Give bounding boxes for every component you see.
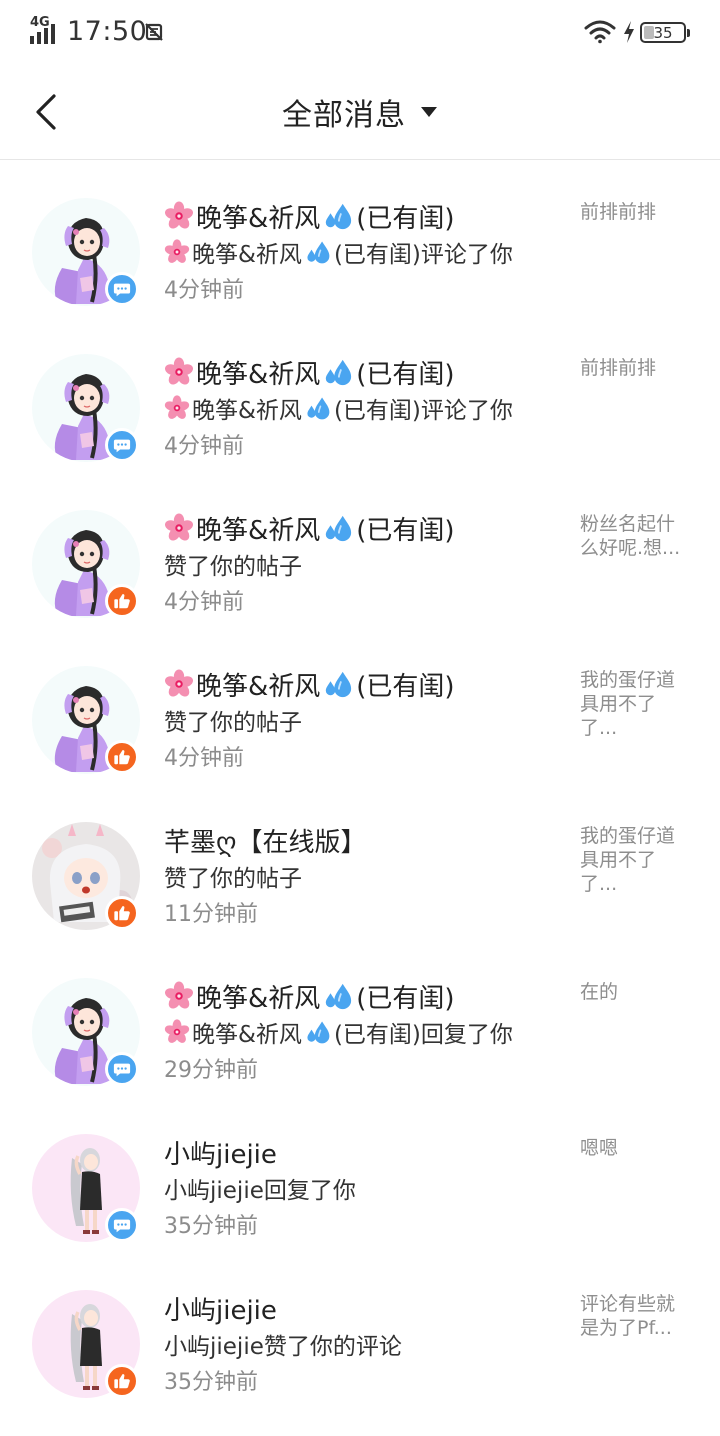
message-action: 赞了你的帖子 [164, 710, 302, 736]
post-preview: 前排前排 [580, 201, 657, 223]
post-preview: 我的蛋仔道具用不了了... [580, 825, 676, 895]
message-item[interactable]: 小屿jiejie 小屿jiejie回复了你 35分钟前 嗯嗯 [0, 1096, 720, 1252]
comment-badge-icon [105, 428, 139, 462]
message-list: 晚筝&祈风 (已有闺) 晚筝&祈风 (已有闺)评论了你 4分钟前 前排前排 晚筝… [0, 160, 720, 1408]
battery-icon: 35 [640, 22, 690, 43]
sender-name[interactable]: 芊墨ღ【在线版】 [164, 822, 564, 858]
message-time: 11分钟前 [164, 902, 258, 927]
sweat-droplets-icon [304, 239, 332, 265]
comment-badge-icon [105, 1208, 139, 1242]
message-action: 晚筝&祈风 (已有闺)评论了你 [164, 234, 564, 270]
thumbs-up-badge-icon [105, 1364, 139, 1398]
message-item[interactable]: 晚筝&祈风 (已有闺) 晚筝&祈风 (已有闺)评论了你 4分钟前 前排前排 [0, 316, 720, 472]
message-time: 4分钟前 [164, 278, 244, 303]
sweat-droplets-icon [322, 201, 354, 231]
cherry-blossom-icon [164, 1019, 190, 1045]
post-preview: 评论有些就是为了Pf... [580, 1293, 676, 1339]
thumbs-up-badge-icon [105, 896, 139, 930]
message-action: 小屿jiejie赞了你的评论 [164, 1334, 402, 1360]
cherry-blossom-icon [164, 239, 190, 265]
message-time: 4分钟前 [164, 746, 244, 771]
message-item[interactable]: 晚筝&祈风 (已有闺) 晚筝&祈风 (已有闺)评论了你 4分钟前 前排前排 [0, 160, 720, 316]
message-time: 4分钟前 [164, 590, 244, 615]
cellular-signal-icon: 4G [30, 15, 60, 44]
post-preview: 我的蛋仔道具用不了了... [580, 669, 676, 739]
sweat-droplets-icon [322, 513, 354, 543]
sweat-droplets-icon [322, 981, 354, 1011]
post-preview: 前排前排 [580, 357, 657, 379]
message-time: 4分钟前 [164, 434, 244, 459]
battery-level: 35 [653, 23, 673, 42]
message-time: 35分钟前 [164, 1214, 258, 1239]
status-time: 17:50 [67, 16, 148, 47]
sender-name[interactable]: 晚筝&祈风 (已有闺) [164, 978, 564, 1014]
post-preview: 在的 [580, 981, 619, 1003]
sender-name[interactable]: 晚筝&祈风 (已有闺) [164, 666, 564, 702]
message-item[interactable]: 小屿jiejie 小屿jiejie赞了你的评论 35分钟前 评论有些就是为了Pf… [0, 1252, 720, 1408]
sweat-droplets-icon [322, 357, 354, 387]
sender-name[interactable]: 晚筝&祈风 (已有闺) [164, 354, 564, 390]
sender-name[interactable]: 晚筝&祈风 (已有闺) [164, 510, 564, 546]
message-time: 35分钟前 [164, 1370, 258, 1395]
message-item[interactable]: 芊墨ღ【在线版】 赞了你的帖子 11分钟前 我的蛋仔道具用不了了... [0, 784, 720, 940]
cherry-blossom-icon [164, 201, 194, 231]
caret-down-icon [421, 107, 437, 117]
sender-name[interactable]: 小屿jiejie [164, 1290, 564, 1326]
cherry-blossom-icon [164, 513, 194, 543]
sender-name[interactable]: 晚筝&祈风 (已有闺) [164, 198, 564, 234]
comment-badge-icon [105, 272, 139, 306]
status-bar: 4G 17:50 35 [0, 0, 720, 66]
message-item[interactable]: 晚筝&祈风 (已有闺) 赞了你的帖子 4分钟前 我的蛋仔道具用不了了... [0, 628, 720, 784]
wifi-icon [584, 20, 616, 44]
sweat-droplets-icon [304, 1019, 332, 1045]
thumbs-up-badge-icon [105, 584, 139, 618]
message-filter-dropdown[interactable]: 全部消息 [0, 92, 720, 133]
sender-name[interactable]: 小屿jiejie [164, 1134, 564, 1170]
message-action: 晚筝&祈风 (已有闺)回复了你 [164, 1014, 564, 1050]
cherry-blossom-icon [164, 981, 194, 1011]
message-action: 赞了你的帖子 [164, 866, 302, 892]
message-action: 小屿jiejie回复了你 [164, 1178, 356, 1204]
page-title: 全部消息 [282, 98, 406, 133]
charging-icon [624, 21, 634, 43]
sweat-droplets-icon [304, 395, 332, 421]
cherry-blossom-icon [164, 669, 194, 699]
post-preview: 嗯嗯 [580, 1137, 619, 1159]
thumbs-up-badge-icon [105, 740, 139, 774]
message-time: 29分钟前 [164, 1058, 258, 1083]
cherry-blossom-icon [164, 395, 190, 421]
message-item[interactable]: 晚筝&祈风 (已有闺) 晚筝&祈风 (已有闺)回复了你 29分钟前 在的 [0, 940, 720, 1096]
message-action: 赞了你的帖子 [164, 554, 302, 580]
comment-badge-icon [105, 1052, 139, 1086]
post-preview: 粉丝名起什么好呢.想... [580, 513, 681, 559]
message-action: 晚筝&祈风 (已有闺)评论了你 [164, 390, 564, 426]
cherry-blossom-icon [164, 357, 194, 387]
silent-mode-icon [145, 23, 163, 41]
message-item[interactable]: 晚筝&祈风 (已有闺) 赞了你的帖子 4分钟前 粉丝名起什么好呢.想... [0, 472, 720, 628]
sweat-droplets-icon [322, 669, 354, 699]
header-bar: 全部消息 [0, 66, 720, 160]
